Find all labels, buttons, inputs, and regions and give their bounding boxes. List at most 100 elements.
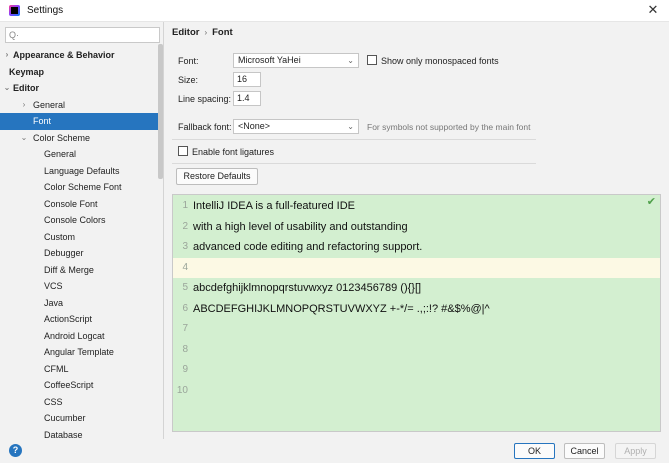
breadcrumb-parent[interactable]: Editor [172,27,199,38]
font-label: Font: [178,56,199,66]
line-number: 1 [182,200,188,211]
font-preview-editor[interactable]: 1 IntelliJ IDEA is a full-featured IDE 2 wi… [172,194,661,432]
font-ligatures-checkbox[interactable] [178,146,188,156]
ok-button[interactable]: OK [514,443,555,459]
preview-line[interactable]: 6 ABCDEFGHIJKLMNOPQRSTUVWXYZ +-*/= .,;:!?… [173,299,660,319]
preview-line-text: ABCDEFGHIJKLMNOPQRSTUVWXYZ +-*/= .,;:!? … [193,302,490,315]
breadcrumb-separator-icon: › [204,28,208,37]
chevron-down-icon[interactable]: ⌄ [3,80,11,97]
sidebar-item-label: Java [44,297,64,308]
line-number: 5 [182,282,188,293]
sidebar-item-label: Language Defaults [44,165,120,176]
preview-line[interactable]: 9 [173,360,660,380]
sidebar-item-label: General [44,149,77,159]
sidebar-item-language-defaults[interactable]: Language Defaults [0,163,163,180]
size-label: Size: [178,75,199,85]
sidebar-item-label: Angular Template [44,347,114,357]
sidebar-item-label: Color Scheme Font [44,182,122,192]
sidebar-item-label: Keymap [9,66,45,77]
preview-line[interactable]: 2 with a high level of usability and outs… [173,217,660,237]
sidebar-item-java[interactable]: Java [0,295,163,312]
preview-line[interactable]: 5 abcdefghijklmnopqrstuvwxyz 0123456789 (… [173,278,660,298]
sidebar-item-label: CoffeeScript [44,380,94,390]
close-button[interactable]: ✕ [645,2,661,18]
chevron-down-icon: ⌄ [347,56,354,65]
sidebar-item-general[interactable]: › General [0,97,163,114]
sidebar-item-cucumber[interactable]: Cucumber [0,410,163,427]
line-number: 10 [176,384,188,396]
monospaced-only-label[interactable]: Show only monospaced fonts [381,56,499,66]
divider [172,163,536,164]
sidebar-item-label: Appearance & Behavior [13,50,115,60]
sidebar-item-database[interactable]: Database [0,427,163,440]
font-select[interactable]: Microsoft YaHei ⌄ [233,53,359,68]
help-icon[interactable]: ? [9,444,22,457]
apply-button[interactable]: Apply [615,443,656,459]
sidebar-item-css[interactable]: CSS [0,394,163,411]
fallback-font-hint: For symbols not supported by the main fo… [367,122,531,132]
sidebar-item-label: CFML [44,363,69,374]
font-ligatures-label[interactable]: Enable font ligatures [192,147,274,157]
sidebar-item-font[interactable]: Font [0,113,163,130]
sidebar-item-color-scheme-font[interactable]: Color Scheme Font [0,179,163,196]
sidebar-item-label: CSS [44,396,63,407]
preview-line[interactable]: 8 [173,340,660,360]
preview-line[interactable]: 10 [173,381,660,401]
sidebar-item-coffeescript[interactable]: CoffeeScript [0,377,163,394]
sidebar-item-actionscript[interactable]: ActionScript [0,311,163,328]
sidebar-item-keymap[interactable]: Keymap [0,64,163,81]
breadcrumb-current: Font [212,27,233,38]
line-number: 4 [182,261,188,273]
sidebar-item-console-font[interactable]: Console Font [0,196,163,213]
sidebar-item-general[interactable]: General [0,146,163,163]
sidebar-item-diff-merge[interactable]: Diff & Merge [0,262,163,279]
line-spacing-label: Line spacing: [178,94,232,104]
sidebar-item-label: Diff & Merge [44,264,94,275]
line-number: 8 [182,343,188,355]
chevron-down-icon[interactable]: ⌄ [20,130,28,147]
sidebar-item-console-colors[interactable]: Console Colors [0,212,163,229]
sidebar-item-custom[interactable]: Custom [0,229,163,246]
preview-line[interactable]: 3 advanced code editing and refactoring s… [173,237,660,257]
fallback-font-value: <None> [238,121,271,131]
font-select-value: Microsoft YaHei [238,55,301,65]
fallback-font-select[interactable]: <None> ⌄ [233,119,359,134]
sidebar-scrollbar[interactable] [158,44,163,179]
sidebar-item-label: Color Scheme [33,132,91,143]
size-input[interactable]: 16 [233,72,261,87]
sidebar-item-label: Debugger [44,248,84,258]
preview-line[interactable]: 4 [173,257,660,278]
sidebar-item-label: General [33,99,66,110]
sidebar-item-label: VCS [44,281,63,291]
sidebar-item-label: Console Colors [44,215,106,225]
line-number: 6 [182,302,188,314]
sidebar-item-cfml[interactable]: CFML [0,361,163,378]
line-spacing-input[interactable]: 1.4 [233,91,261,106]
divider [172,139,536,140]
fallback-font-label: Fallback font: [178,122,232,132]
preview-line-text: with a high level of usability and outst… [193,220,408,233]
preview-line[interactable]: 1 IntelliJ IDEA is a full-featured IDE [173,196,660,216]
line-number: 3 [182,241,188,252]
chevron-right-icon[interactable]: › [3,47,11,64]
chevron-right-icon[interactable]: › [20,97,28,114]
sidebar-item-debugger[interactable]: Debugger [0,245,163,262]
sidebar-item-angular-template[interactable]: Angular Template [0,344,163,361]
sidebar-item-vcs[interactable]: VCS [0,278,163,295]
restore-defaults-button[interactable]: Restore Defaults [176,168,258,185]
sidebar-item-label: Custom [44,231,76,242]
search-input[interactable]: Q· [5,27,160,43]
sidebar-item-android-logcat[interactable]: Android Logcat [0,328,163,345]
preview-line[interactable]: 7 [173,319,660,339]
sidebar-item-editor[interactable]: ⌄ Editor [0,80,163,97]
sidebar-item-appearance-behavior[interactable]: › Appearance & Behavior [0,47,163,64]
sidebar-item-color-scheme[interactable]: ⌄ Color Scheme [0,130,163,147]
monospaced-only-checkbox[interactable] [367,55,377,65]
sidebar-item-label: Cucumber [44,413,86,423]
intellij-app-icon [9,5,20,16]
cancel-button[interactable]: Cancel [564,443,605,459]
settings-tree: › Appearance & Behavior Keymap ⌄ Editor › Gene… [0,47,163,440]
window-title: Settings [27,5,64,16]
dialog-footer: ? OK Cancel Apply [0,439,669,463]
settings-sidebar: Q· › Appearance & Behavior Keymap ⌄ Editor › G… [0,22,164,439]
